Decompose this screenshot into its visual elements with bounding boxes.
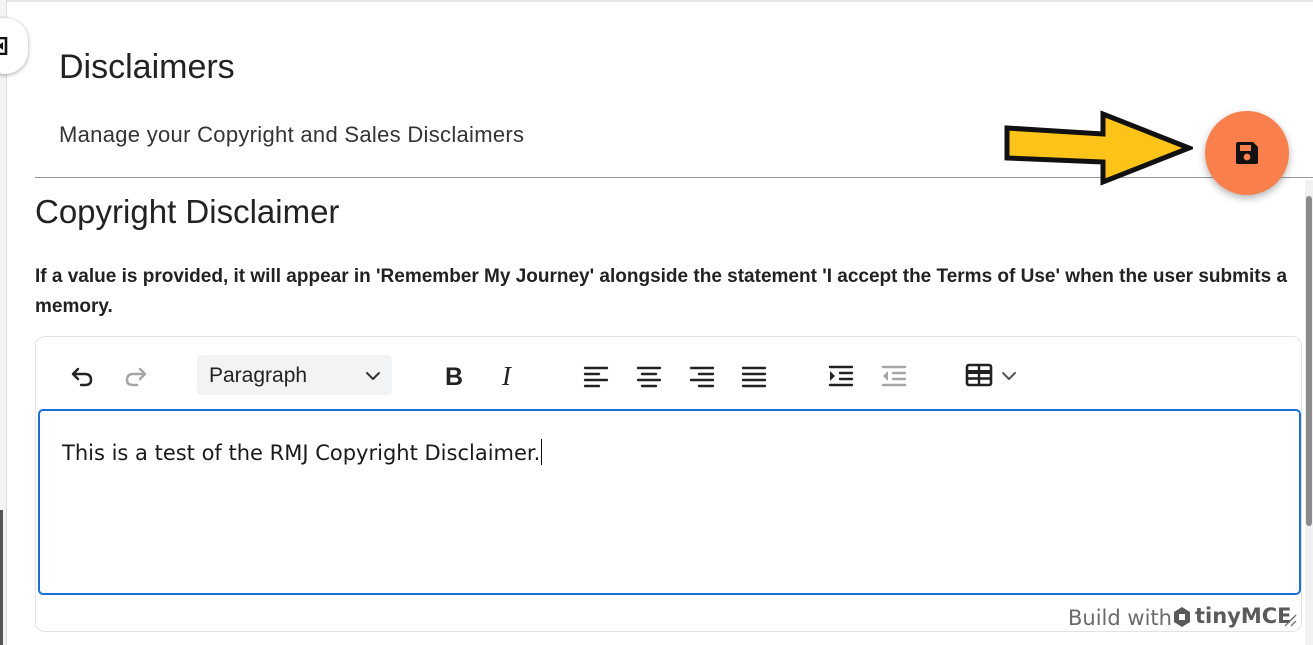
- collapse-sidebar-button[interactable]: [0, 18, 28, 74]
- editor-content-text: This is a test of the RMJ Copyright Disc…: [62, 441, 541, 465]
- editor-content-paragraph: This is a test of the RMJ Copyright Disc…: [62, 439, 543, 465]
- section-notice: If a value is provided, it will appear i…: [35, 266, 1288, 317]
- align-right-button[interactable]: [681, 355, 721, 395]
- table-button[interactable]: [958, 355, 1024, 395]
- branding-prefix: Build with: [1068, 606, 1172, 630]
- tinymce-logo-icon[interactable]: [1172, 606, 1192, 628]
- block-format-select[interactable]: Paragraph: [197, 355, 392, 395]
- editor-content-area[interactable]: This is a test of the RMJ Copyright Disc…: [38, 409, 1301, 595]
- chevron-down-icon: [1002, 372, 1016, 380]
- page-subtitle: Manage your Copyright and Sales Disclaim…: [59, 122, 525, 147]
- justify-button[interactable]: [733, 355, 773, 395]
- left-rail-marker: [0, 510, 3, 645]
- redo-icon: [125, 367, 147, 387]
- floppy-disk-icon: [1236, 142, 1258, 164]
- indent-icon: [828, 365, 854, 387]
- outdent-icon: [881, 365, 907, 387]
- arrow-pointer-icon: [1004, 110, 1193, 186]
- indent-button[interactable]: [820, 355, 860, 395]
- undo-icon: [71, 367, 93, 387]
- chevron-down-icon: [366, 372, 380, 380]
- italic-button[interactable]: I: [488, 355, 528, 395]
- align-left-icon: [583, 366, 609, 388]
- top-border: [0, 0, 1313, 2]
- resize-handle-icon[interactable]: [1283, 613, 1297, 627]
- table-icon: [965, 363, 993, 387]
- page: Disclaimers Manage your Copyright and Sa…: [0, 0, 1313, 645]
- branding-name[interactable]: tinyMCE: [1195, 604, 1292, 628]
- bold-button[interactable]: B: [434, 355, 474, 395]
- redo-button[interactable]: [115, 355, 155, 395]
- block-format-value: Paragraph: [209, 364, 308, 387]
- outdent-button[interactable]: [873, 355, 913, 395]
- svg-text:B: B: [445, 363, 463, 389]
- scrollbar-thumb[interactable]: [1306, 196, 1312, 526]
- bold-icon: B: [445, 363, 463, 389]
- save-button[interactable]: [1205, 111, 1289, 195]
- italic-icon: I: [501, 363, 513, 389]
- align-center-button[interactable]: [628, 355, 668, 395]
- justify-icon: [741, 366, 767, 388]
- page-title: Disclaimers: [59, 48, 235, 86]
- svg-text:I: I: [501, 363, 513, 389]
- collapse-icon: [0, 37, 8, 55]
- section-title: Copyright Disclaimer: [35, 193, 340, 230]
- align-right-icon: [689, 366, 715, 388]
- undo-button[interactable]: [61, 355, 101, 395]
- align-left-button[interactable]: [575, 355, 615, 395]
- text-caret: [541, 439, 543, 465]
- align-center-icon: [636, 366, 662, 388]
